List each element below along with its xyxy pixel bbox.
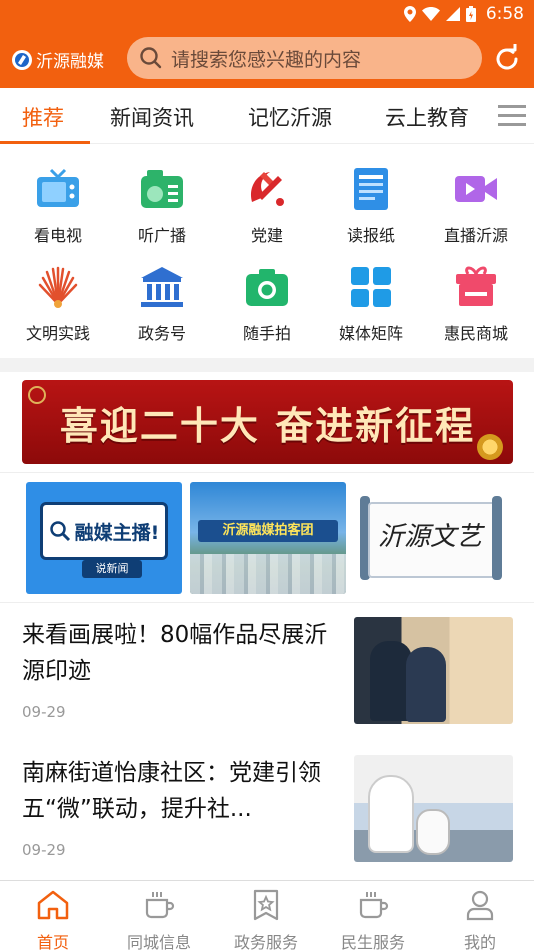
civilization-fan-icon [38, 266, 78, 308]
news-item[interactable]: 来看画展啦！80幅作品尽展沂源印迹 09-29 [0, 603, 534, 741]
brand: 沂源融媒 [12, 47, 104, 72]
decor-coin-icon [477, 434, 503, 460]
banner-text: 喜迎二十大 奋进新征程 [59, 402, 476, 448]
tv-icon [37, 168, 79, 207]
radio-icon [141, 170, 183, 208]
grid-item-matrix[interactable]: 媒体矩阵 [321, 264, 421, 344]
category-tabs: 推荐 新闻资讯 记忆沂源 云上教育 [0, 88, 534, 144]
newspaper-icon [354, 168, 388, 210]
tab-news[interactable]: 新闻资讯 [110, 102, 194, 132]
grid-label: 政务号 [137, 324, 186, 343]
user-icon [466, 890, 494, 921]
tab-recommend[interactable]: 推荐 [22, 102, 64, 132]
nav-label: 民生服务 [340, 933, 405, 950]
thumb-figure [406, 647, 446, 722]
matrix-grid-icon [351, 267, 391, 307]
section-divider [0, 358, 534, 372]
grid-label: 惠民商城 [443, 324, 508, 343]
star-bookmark-icon [253, 889, 279, 921]
grid-label: 媒体矩阵 [338, 324, 403, 343]
separator [0, 472, 534, 473]
news-date: 09-29 [22, 703, 66, 721]
grid-label: 直播沂源 [443, 226, 508, 245]
location-icon [403, 6, 416, 22]
magnifier-icon [49, 521, 70, 542]
grid-item-newspaper[interactable]: 读报纸 [321, 166, 421, 246]
nav-label: 同城信息 [126, 933, 191, 950]
search-placeholder: 请搜索您感兴趣的内容 [171, 48, 362, 71]
brand-logo-icon [12, 49, 32, 70]
tab-menu-icon[interactable] [498, 103, 526, 129]
battery-icon [465, 6, 476, 22]
nav-home[interactable]: 首页 [0, 889, 106, 950]
nav-label: 政务服务 [233, 933, 298, 950]
grid-label: 随手拍 [242, 324, 291, 343]
app-header: 沂源融媒 请搜索您感兴趣的内容 [0, 28, 534, 88]
brand-name: 沂源融媒 [36, 52, 104, 72]
status-time: 6:58 [485, 4, 524, 24]
news-title: 南麻街道怡康社区：党建引领 五“微”联动，提升社... [22, 760, 321, 822]
refresh-icon[interactable] [492, 44, 522, 74]
grid-item-live[interactable]: 直播沂源 [426, 166, 526, 246]
nav-mine[interactable]: 我的 [427, 889, 533, 950]
decor-ring-icon [28, 386, 46, 404]
nav-gov-service[interactable]: 政务服务 [213, 889, 319, 950]
grid-item-mall[interactable]: 惠民商城 [426, 264, 526, 344]
news-item[interactable]: 南麻街道怡康社区：党建引领 五“微”联动，提升社... 09-29 [0, 741, 534, 879]
grid-label: 看电视 [33, 226, 82, 245]
card-photographers[interactable]: 沂源融媒拍客团 [190, 482, 346, 594]
news-date: 09-29 [22, 841, 66, 859]
grid-item-civilization[interactable]: 文明实践 [8, 264, 108, 344]
thumb-object [416, 809, 450, 855]
nav-label: 我的 [463, 933, 496, 950]
grid-label: 听广播 [137, 226, 186, 245]
card-anchor[interactable]: 融媒主播! 说新闻 [26, 482, 182, 594]
cup-icon [145, 892, 175, 919]
party-emblem-icon [250, 172, 284, 206]
grid-item-gov[interactable]: 政务号 [112, 264, 212, 344]
search-icon [140, 47, 162, 69]
grid-label: 文明实践 [25, 324, 90, 343]
card-title: 融媒主播! [40, 502, 168, 560]
grid-label: 读报纸 [346, 226, 395, 245]
search-input[interactable]: 请搜索您感兴趣的内容 [127, 37, 482, 79]
grid-label: 党建 [250, 226, 283, 245]
home-icon [37, 890, 69, 920]
nav-livelihood[interactable]: 民生服务 [320, 889, 426, 950]
nav-local-info[interactable]: 同城信息 [106, 889, 212, 950]
grid-item-camera[interactable]: 随手拍 [217, 264, 317, 344]
status-icons: 6:58 [403, 4, 524, 24]
tab-memory[interactable]: 记忆沂源 [248, 102, 332, 132]
thumb-object [368, 775, 414, 853]
government-building-icon [141, 267, 183, 307]
gift-box-icon [456, 266, 496, 306]
tab-education[interactable]: 云上教育 [385, 102, 469, 132]
card-culture[interactable]: 沂源文艺 [352, 482, 510, 594]
live-video-icon [455, 176, 497, 202]
news-title: 来看画展啦！80幅作品尽展沂源印迹 [22, 622, 328, 684]
status-bar: 6:58 [0, 0, 534, 28]
scroll-roll-right [492, 496, 502, 580]
news-thumbnail [354, 755, 513, 862]
grid-item-party[interactable]: 党建 [217, 166, 317, 246]
nav-label: 首页 [36, 933, 69, 950]
grid-item-tv[interactable]: 看电视 [8, 166, 108, 246]
cup-icon [359, 892, 389, 919]
bottom-nav: 首页 同城信息 政务服务 民生服务 我的 [0, 880, 534, 950]
card-subtitle: 说新闻 [82, 560, 142, 578]
feature-grid: 看电视 听广播 党建 读报纸 直播沂源 文明实践 政务号 随手拍 媒体矩阵 惠民… [0, 144, 534, 358]
promo-banner[interactable]: 喜迎二十大 奋进新征程 [22, 380, 513, 464]
wifi-icon [421, 7, 440, 21]
camera-icon [246, 269, 288, 306]
card-title: 沂源文艺 [378, 522, 483, 552]
grid-item-radio[interactable]: 听广播 [112, 166, 212, 246]
news-thumbnail [354, 617, 513, 724]
card-title: 沂源融媒拍客团 [198, 520, 338, 542]
signal-icon [445, 7, 460, 21]
city-skyline [190, 554, 346, 594]
